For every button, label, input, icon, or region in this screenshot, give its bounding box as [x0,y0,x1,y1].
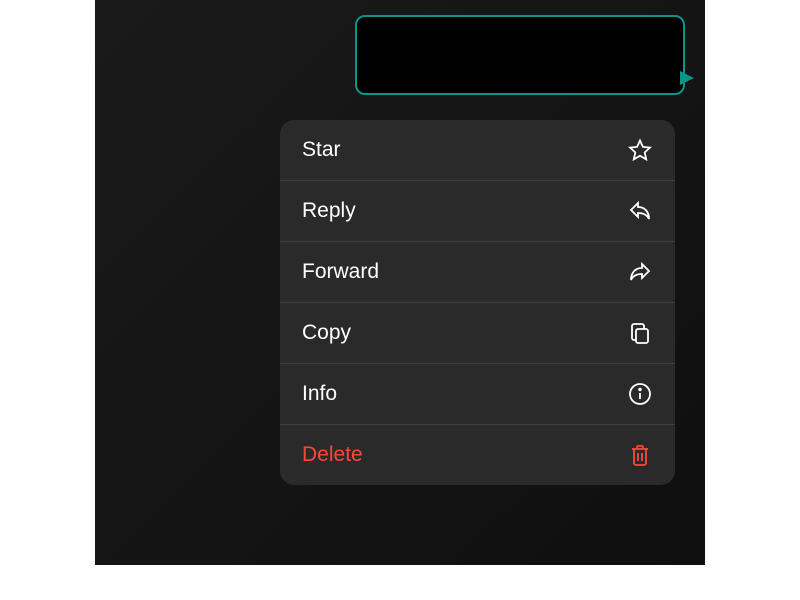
menu-item-info[interactable]: Info [280,364,675,425]
menu-label-copy: Copy [302,321,351,345]
info-icon [627,381,653,407]
menu-item-star[interactable]: Star [280,120,675,181]
sent-message-bubble[interactable] [355,15,685,95]
copy-icon [627,320,653,346]
message-context-menu: Star Reply Forward Copy [280,120,675,485]
menu-item-forward[interactable]: Forward [280,242,675,303]
forward-icon [627,259,653,285]
menu-label-delete: Delete [302,443,363,467]
chat-screen: Star Reply Forward Copy [95,0,705,565]
menu-label-forward: Forward [302,260,379,284]
star-icon [627,137,653,163]
menu-label-star: Star [302,138,341,162]
trash-icon [627,442,653,468]
reply-icon [627,198,653,224]
menu-label-reply: Reply [302,199,356,223]
menu-item-delete[interactable]: Delete [280,425,675,485]
menu-item-copy[interactable]: Copy [280,303,675,364]
menu-label-info: Info [302,382,337,406]
menu-item-reply[interactable]: Reply [280,181,675,242]
